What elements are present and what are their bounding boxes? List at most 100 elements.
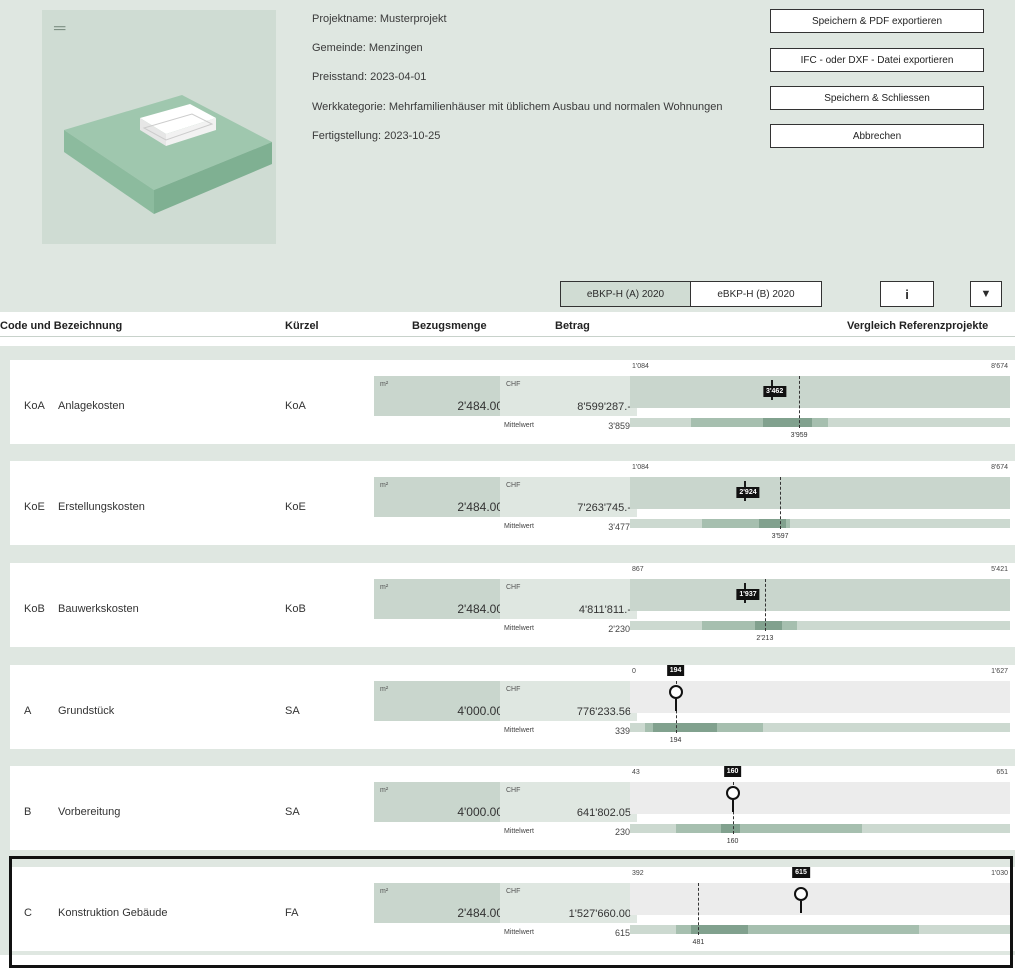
cancel-button[interactable]: Abbrechen xyxy=(770,124,984,148)
row-abbr: SA xyxy=(285,806,300,818)
col-head-qty: Bezugsmenge xyxy=(412,320,487,332)
distribution-strip xyxy=(630,519,1010,528)
row-abbr: KoA xyxy=(285,400,306,412)
col-head-abbr: Kürzel xyxy=(285,320,319,332)
currency-unit: CHF xyxy=(506,482,521,489)
quantity-field[interactable]: m² 4'000.00 xyxy=(374,681,507,721)
save-pdf-button[interactable]: Speichern & PDF exportieren xyxy=(770,9,984,33)
project-value-label: 194 xyxy=(666,665,685,676)
project-value-label: 3'462 xyxy=(762,386,787,397)
quantity-unit: m² xyxy=(380,584,389,591)
amount-value: 641'802.05 xyxy=(576,807,631,819)
distribution-strip xyxy=(630,824,1010,833)
currency-unit: CHF xyxy=(506,686,521,693)
mean-value: 2'230 xyxy=(608,624,630,634)
row-name: Erstellungskosten xyxy=(58,501,145,513)
median-line xyxy=(780,477,782,529)
median-line xyxy=(764,579,766,631)
reference-comparison-chart: 867 5'421 2'213 1'937 xyxy=(630,563,1010,647)
distribution-strip xyxy=(630,723,1010,732)
amount-field: CHF 8'599'287.- xyxy=(500,376,637,416)
distribution-segment xyxy=(755,621,782,630)
table-row[interactable]: KoB Bauwerkskosten KoB m² 2'484.00 CHF 4… xyxy=(10,563,1015,647)
axis-max-label: 651 xyxy=(996,769,1008,776)
location-pin-icon xyxy=(668,685,683,699)
selected-row-highlight xyxy=(9,856,1013,968)
quantity-value: 2'484.00 xyxy=(457,500,503,514)
col-head-compare: Vergleich Referenzprojekte xyxy=(847,320,989,332)
median-label: 194 xyxy=(669,737,682,744)
row-code: A xyxy=(24,705,32,717)
amount-value: 776'233.56 xyxy=(576,706,631,718)
axis-min-label: 1'084 xyxy=(632,464,649,471)
distribution-strip xyxy=(630,621,1010,630)
quantity-field[interactable]: m² 4'000.00 xyxy=(374,782,507,822)
axis-max-label: 8'674 xyxy=(991,363,1008,370)
comparison-plot xyxy=(630,782,1010,814)
quantity-field[interactable]: m² 2'484.00 xyxy=(374,477,507,517)
col-head-code: Code und Bezeichnung xyxy=(0,320,123,332)
project-value-label: 1'937 xyxy=(736,589,760,600)
amount-field: CHF 641'802.05 xyxy=(500,782,637,822)
project-municipality: Gemeinde: Menzingen xyxy=(312,42,423,54)
mean-label: Mittelwert xyxy=(504,727,534,734)
mean-value: 3'859 xyxy=(608,421,630,431)
table-row[interactable]: KoA Anlagekosten KoA m² 2'484.00 CHF 8'5… xyxy=(10,360,1015,444)
distribution-segment xyxy=(763,418,813,427)
axis-min-label: 867 xyxy=(632,566,644,573)
location-pin-icon xyxy=(725,786,740,800)
table-row[interactable]: A Grundstück SA m² 4'000.00 CHF 776'233.… xyxy=(10,665,1015,749)
axis-max-label: 1'627 xyxy=(991,668,1008,675)
row-code: KoB xyxy=(24,603,45,615)
quantity-field[interactable]: m² 2'484.00 xyxy=(374,579,507,619)
axis-min-label: 43 xyxy=(632,769,640,776)
comparison-plot xyxy=(630,376,1010,408)
quantity-unit: m² xyxy=(380,787,389,794)
amount-value: 7'263'745.- xyxy=(577,502,631,514)
row-name: Grundstück xyxy=(58,705,115,717)
pin-stem xyxy=(674,699,677,711)
distribution-segment xyxy=(759,519,786,528)
filter-icon[interactable]: ▼ xyxy=(970,281,1002,307)
tab-group: eBKP-H (A) 2020 eBKP-H (B) 2020 xyxy=(560,281,822,307)
mean-label: Mittelwert xyxy=(504,625,534,632)
median-label: 3'597 xyxy=(771,533,789,540)
reference-comparison-chart: 1'084 8'674 3'597 2'924 xyxy=(630,461,1010,545)
row-abbr: KoB xyxy=(285,603,306,615)
distribution-segment xyxy=(652,723,718,732)
row-abbr: KoE xyxy=(285,501,306,513)
amount-value: 4'811'811.- xyxy=(578,604,631,616)
building-preview: ═ xyxy=(42,10,276,244)
comparison-plot xyxy=(630,477,1010,509)
amount-field: CHF 776'233.56 xyxy=(500,681,637,721)
quantity-value: 2'484.00 xyxy=(457,399,503,413)
distribution-segment xyxy=(702,621,798,630)
quantity-value: 4'000.00 xyxy=(457,704,503,718)
mean-label: Mittelwert xyxy=(504,523,534,530)
row-name: Vorbereitung xyxy=(58,806,121,818)
tab-ebkp-b[interactable]: eBKP-H (B) 2020 xyxy=(691,281,822,307)
quantity-unit: m² xyxy=(380,482,389,489)
table-row[interactable]: B Vorbereitung SA m² 4'000.00 CHF 641'80… xyxy=(10,766,1015,850)
mean-value: 339 xyxy=(614,726,630,736)
axis-min-label: 0 xyxy=(632,668,636,675)
header-divider xyxy=(0,336,1015,337)
project-value-label: 2'924 xyxy=(736,487,760,498)
project-completion: Fertigstellung: 2023-10-25 xyxy=(312,130,441,142)
row-abbr: SA xyxy=(285,705,300,717)
table-row[interactable]: KoE Erstellungskosten KoE m² 2'484.00 CH… xyxy=(10,461,1015,545)
quantity-unit: m² xyxy=(380,686,389,693)
info-icon[interactable]: i xyxy=(880,281,934,307)
row-code: KoA xyxy=(24,400,45,412)
currency-unit: CHF xyxy=(506,787,521,794)
row-name: Bauwerkskosten xyxy=(58,603,139,615)
mean-label: Mittelwert xyxy=(504,422,534,429)
export-ifc-button[interactable]: IFC - oder DXF - Datei exportieren xyxy=(770,48,984,72)
distribution-segment xyxy=(721,824,741,833)
amount-value: 8'599'287.- xyxy=(577,401,631,413)
currency-unit: CHF xyxy=(506,584,521,591)
project-header: ═ Projektname: Musterprojekt Gemeinde: M… xyxy=(0,0,1015,312)
quantity-field[interactable]: m² 2'484.00 xyxy=(374,376,507,416)
tab-ebkp-a[interactable]: eBKP-H (A) 2020 xyxy=(560,281,691,307)
save-close-button[interactable]: Speichern & Schliessen xyxy=(770,86,984,110)
